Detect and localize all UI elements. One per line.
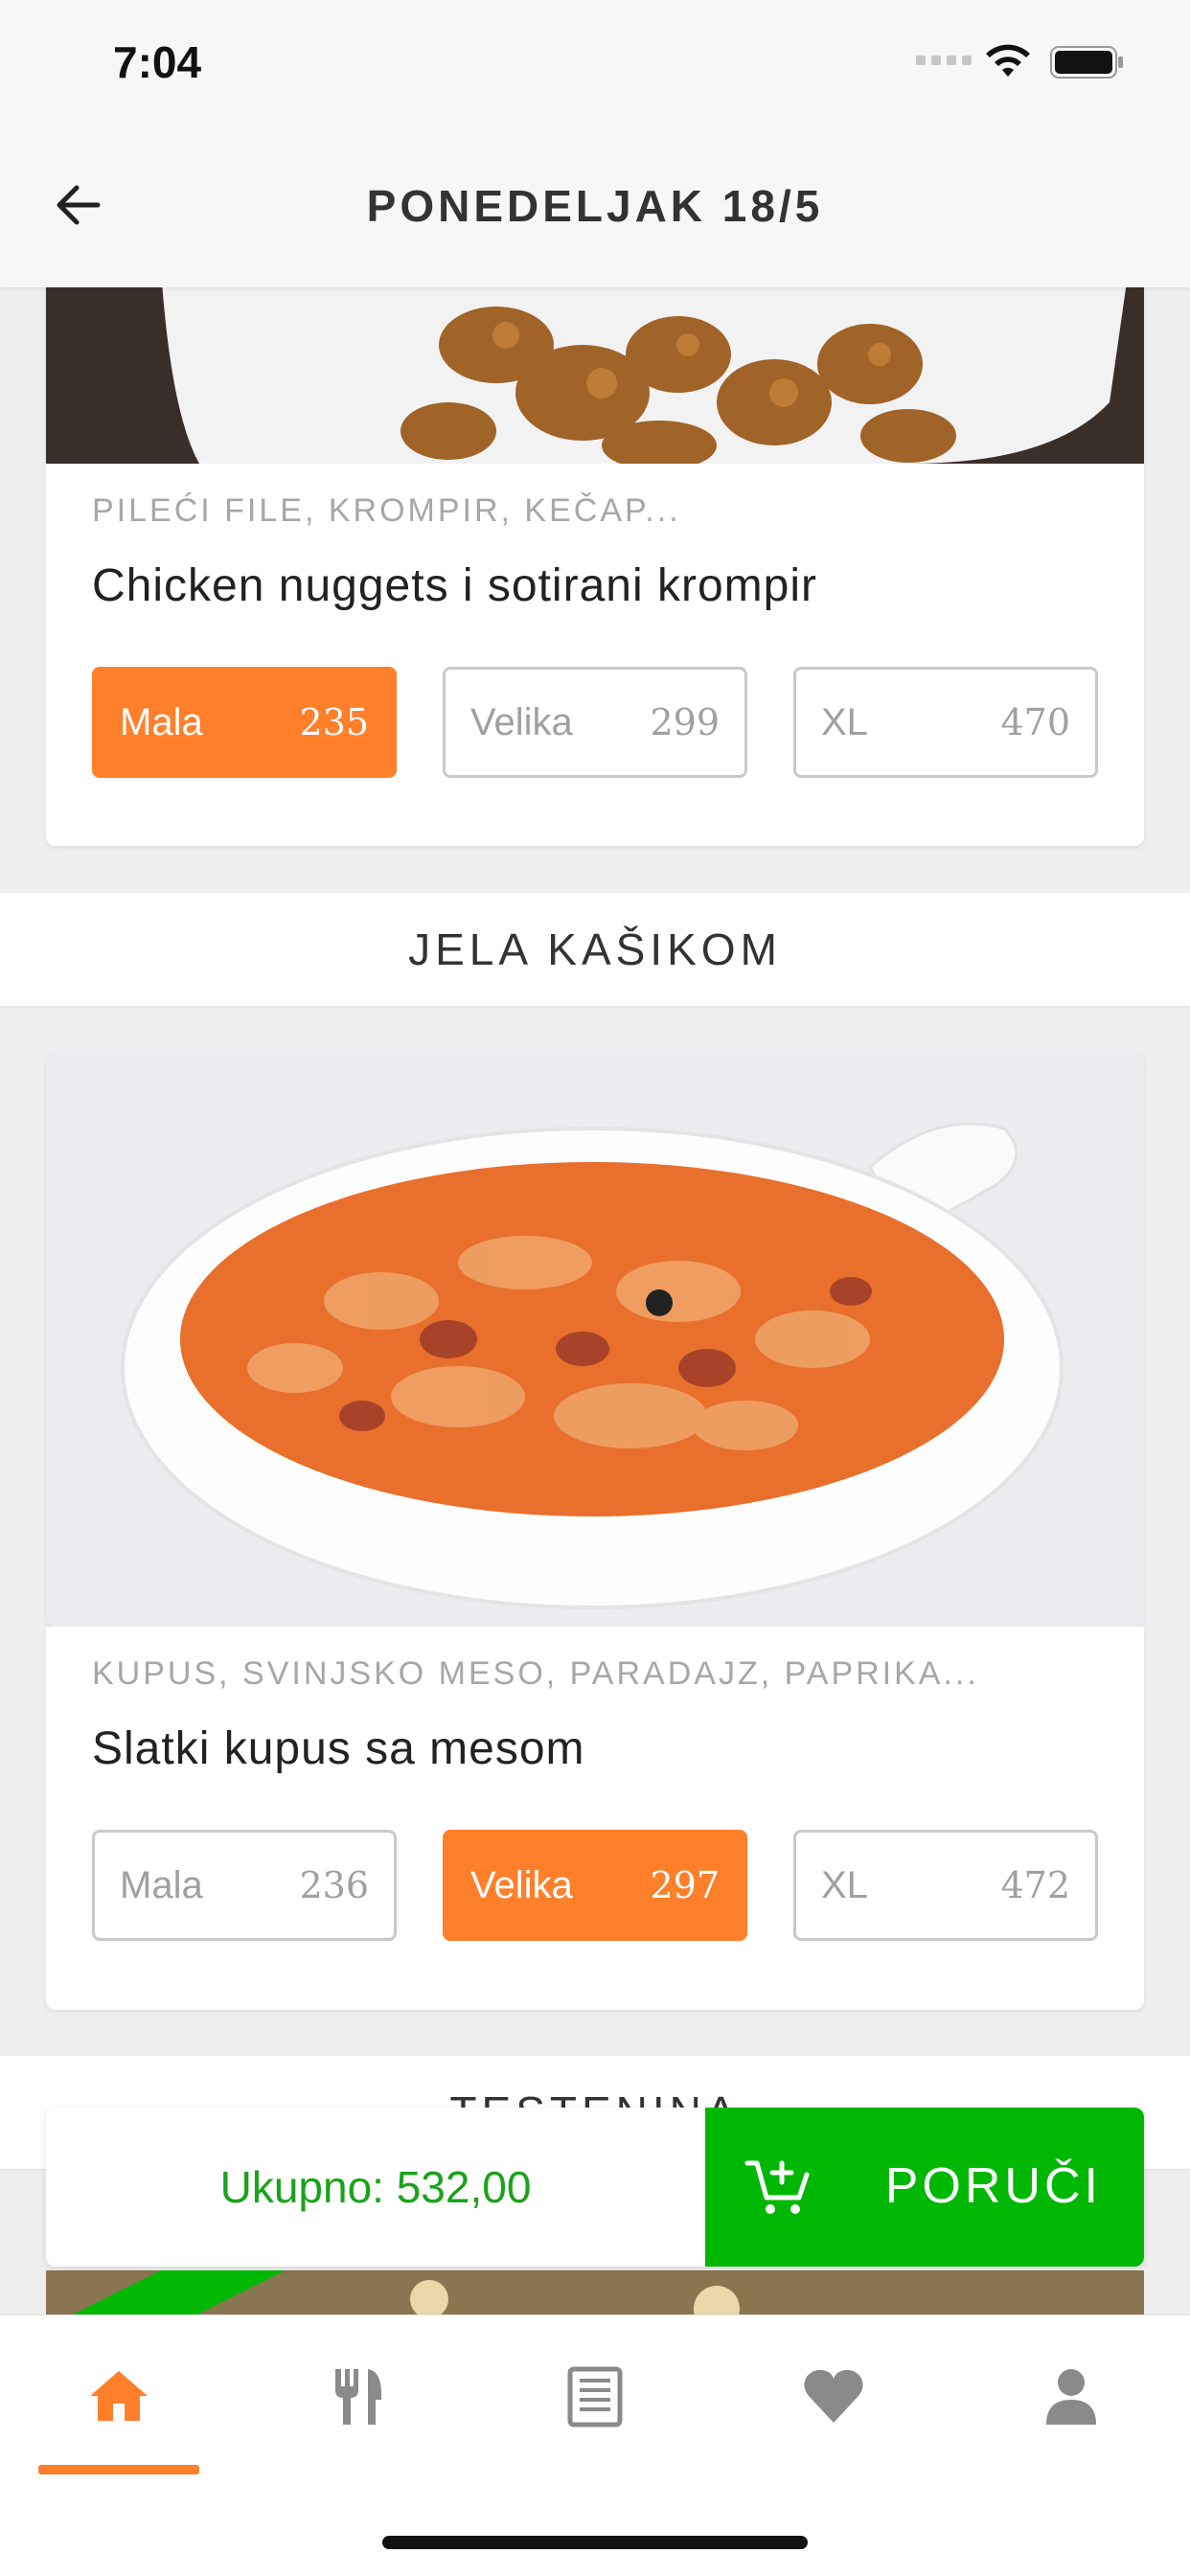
size-option-xl[interactable]: XL 472 (793, 1830, 1098, 1941)
size-label: Velika (470, 700, 573, 743)
size-label: Mala (120, 1863, 203, 1906)
size-option-mala[interactable]: Mala 235 (92, 667, 397, 778)
size-label: XL (821, 1863, 868, 1906)
dish-image (46, 1052, 1144, 1627)
dish-name: Slatki kupus sa mesom (92, 1723, 585, 1774)
tab-bar (0, 2314, 1190, 2576)
size-price: 470 (1000, 701, 1070, 743)
order-button-label: PORUČI (884, 2158, 1102, 2214)
order-total: Ukupno: 532,00 (219, 2162, 532, 2212)
dish-name: Chicken nuggets i sotirani krompir (92, 560, 817, 611)
tab-menu[interactable] (322, 2361, 391, 2430)
size-price: 236 (299, 1864, 369, 1906)
signal-icon (916, 56, 972, 65)
dish-image (46, 287, 1144, 464)
add-to-cart-icon (744, 2160, 810, 2214)
menu-content: PILEĆI FILE, KROMPIR, KEČAP... Chicken n… (0, 287, 1190, 2314)
tab-home[interactable] (84, 2361, 153, 2430)
page-header: PONEDELJAK 18/5 (0, 134, 1190, 287)
size-price: 472 (1000, 1864, 1070, 1906)
tab-profile[interactable] (1037, 2361, 1106, 2430)
size-label: Velika (470, 1863, 573, 1906)
dish-card[interactable]: PILEĆI FILE, KROMPIR, KEČAP... Chicken n… (46, 287, 1144, 846)
order-bar: Ukupno: 532,00 PORUČI (46, 2108, 1144, 2267)
tab-favorites[interactable] (799, 2361, 868, 2430)
size-price: 297 (650, 1864, 720, 1906)
order-button[interactable]: PORUČI (705, 2108, 1144, 2267)
page-title: PONEDELJAK 18/5 (366, 181, 824, 231)
size-option-velika[interactable]: Velika 297 (443, 1830, 747, 1941)
fork-knife-icon (335, 2369, 381, 2425)
wifi-icon (986, 44, 1030, 77)
status-time: 7:04 (113, 37, 202, 87)
active-tab-indicator (38, 2465, 199, 2474)
home-indicator (382, 2536, 808, 2549)
status-bar: 7:04 (0, 0, 1190, 134)
ingredients-text: KUPUS, SVINJSKO MESO, PARADAJZ, PAPRIKA.… (92, 1655, 979, 1692)
size-price: 235 (299, 701, 369, 743)
size-label: XL (821, 700, 868, 743)
ingredients-text: PILEĆI FILE, KROMPIR, KEČAP... (92, 492, 681, 529)
size-option-mala[interactable]: Mala 236 (92, 1830, 397, 1941)
size-options: Mala 236 Velika 297 XL 472 (92, 1830, 1098, 1941)
dish-image (46, 2270, 1144, 2314)
section-header: JELA KAŠIKOM (0, 893, 1190, 1006)
menu-list-icon (567, 2366, 623, 2428)
battery-icon (1050, 46, 1123, 79)
size-label: Mala (120, 700, 203, 743)
home-icon (90, 2371, 148, 2421)
tab-orders[interactable] (561, 2361, 629, 2430)
size-price: 299 (650, 701, 720, 743)
dish-card-details[interactable]: KUPUS, SVINJSKO MESO, PARADAJZ, PAPRIKA.… (46, 1627, 1144, 2010)
size-options: Mala 235 Velika 299 XL 470 (92, 667, 1098, 778)
heart-icon (804, 2369, 863, 2423)
dish-card[interactable] (46, 1052, 1144, 1627)
size-option-velika[interactable]: Velika 299 (443, 667, 747, 778)
profile-icon (1046, 2369, 1096, 2425)
size-option-xl[interactable]: XL 470 (793, 667, 1098, 778)
